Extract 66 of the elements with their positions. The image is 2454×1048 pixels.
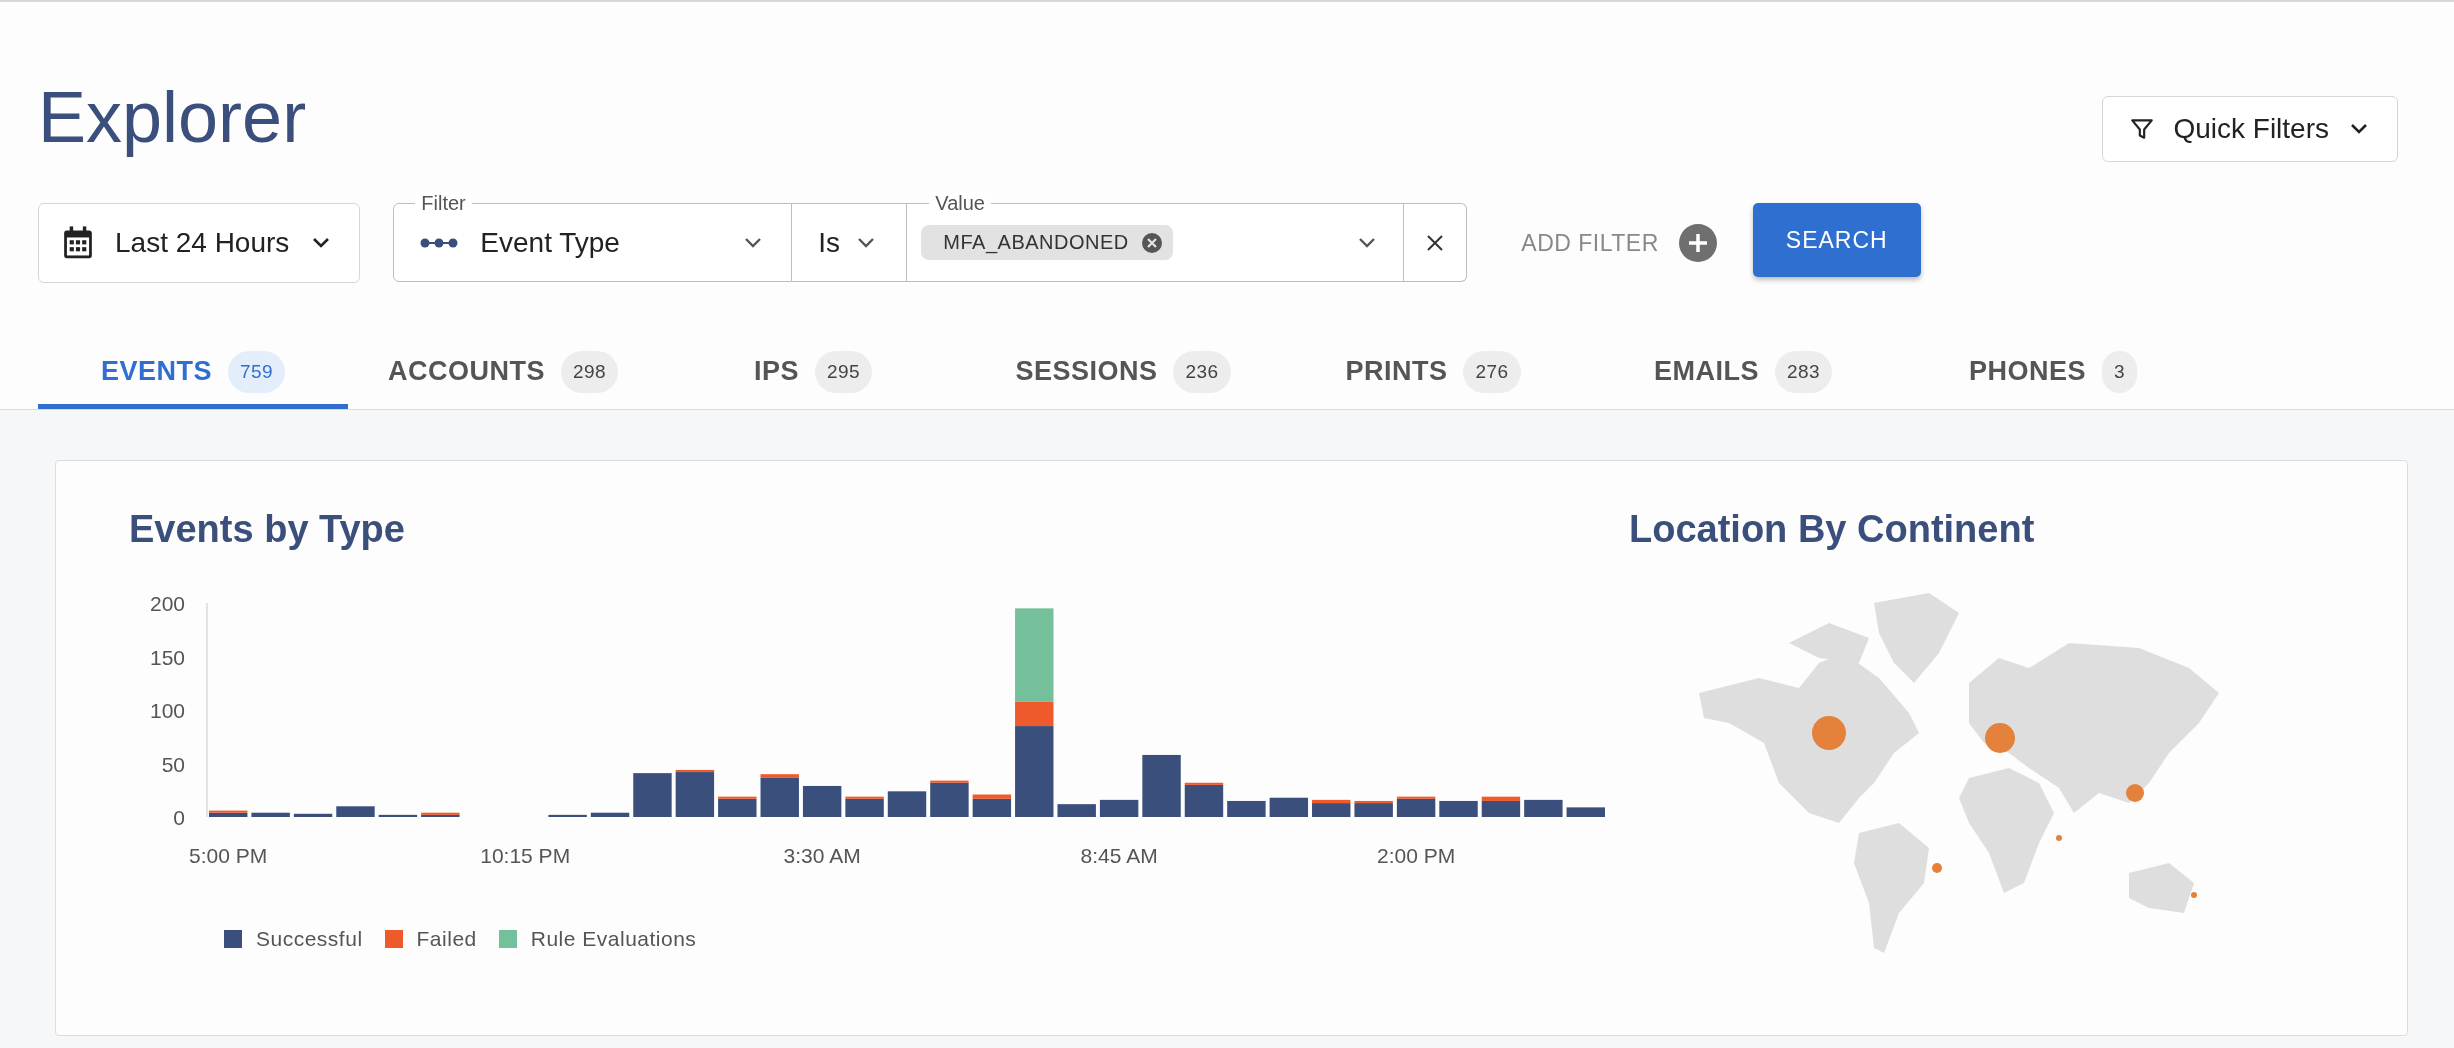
chart-bar — [293, 813, 333, 817]
tab[interactable]: PRINTS 276 — [1278, 339, 1588, 409]
chart-bar — [1566, 807, 1605, 817]
legend-label: Failed — [416, 927, 477, 951]
chart-bar — [887, 791, 927, 817]
count-badge: 236 — [1173, 350, 1231, 393]
chart-bar — [1439, 800, 1478, 817]
chart-bar — [1099, 799, 1139, 817]
count-badge: 759 — [227, 350, 286, 393]
chart-title: Events by Type — [129, 507, 406, 552]
tab[interactable]: IPS 295 — [658, 339, 968, 409]
y-axis-label: 0 — [173, 806, 185, 829]
count-badge: 276 — [1463, 350, 1521, 393]
page-title: Explorer — [38, 76, 307, 159]
count-badge: 3 — [2101, 350, 2138, 393]
chart-bar — [1524, 799, 1563, 817]
chart-bar — [251, 812, 290, 817]
location-bubble — [2126, 784, 2144, 802]
x-axis-label: 3:30 AM — [783, 844, 861, 867]
remove-icon[interactable] — [1140, 231, 1163, 254]
location-bubble — [1812, 716, 1846, 750]
value-chip: MFA_ABANDONED — [921, 225, 1173, 260]
search-button[interactable]: SEARCH — [1752, 203, 1921, 277]
chart-bar — [548, 814, 587, 817]
legend-swatch — [224, 930, 242, 948]
quick-filters-button[interactable]: Quick Filters — [2102, 96, 2398, 162]
x-axis-label: 2:00 PM — [1377, 844, 1456, 867]
legend-label: Successful — [256, 927, 363, 951]
location-bubble — [2056, 835, 2062, 841]
tab[interactable]: ACCOUNTS 298 — [348, 339, 658, 409]
chart-bar — [1057, 804, 1096, 817]
y-axis-label: 50 — [161, 752, 185, 776]
connection-dots-icon — [420, 236, 459, 249]
tab[interactable]: EMAILS 283 — [1588, 339, 1898, 409]
plus-icon — [1678, 224, 1717, 262]
chart-bar — [378, 814, 418, 817]
x-axis-label: 10:15 PM — [480, 844, 571, 867]
date-range-dropdown[interactable]: Last 24 Hours — [38, 203, 361, 283]
x-axis-label: 8:45 AM — [1080, 844, 1158, 867]
legend-swatch — [384, 930, 403, 948]
chart-bar — [802, 785, 842, 817]
location-bubble — [2191, 892, 2197, 898]
legend-swatch — [498, 930, 517, 948]
operator-dropdown[interactable]: Is — [792, 203, 908, 282]
y-axis-label: 150 — [149, 645, 185, 669]
count-badge: 298 — [560, 350, 619, 393]
location-bubble — [1932, 863, 1942, 873]
legend-label: Rule Evaluations — [530, 927, 697, 951]
y-axis-label: 200 — [149, 592, 185, 615]
chart-bar — [633, 773, 672, 817]
chart-bar — [336, 806, 375, 817]
chart-bar — [1269, 797, 1309, 817]
location-bubble — [1985, 723, 2015, 753]
tab[interactable]: PHONES 3 — [1898, 339, 2208, 409]
count-badge: 295 — [814, 350, 873, 393]
y-axis-label: 100 — [149, 699, 185, 722]
count-badge: 283 — [1774, 350, 1833, 393]
tab[interactable]: SESSIONS 236 — [968, 339, 1278, 409]
close-icon — [1426, 233, 1445, 252]
map-title: Location By Continent — [1629, 507, 2036, 552]
filter-icon — [2129, 116, 2156, 142]
chart-bar — [1142, 754, 1181, 817]
chart-bar — [590, 812, 630, 817]
x-axis-label: 5:00 PM — [189, 844, 268, 867]
chart-bar — [1227, 800, 1266, 817]
calendar-icon — [61, 225, 95, 261]
